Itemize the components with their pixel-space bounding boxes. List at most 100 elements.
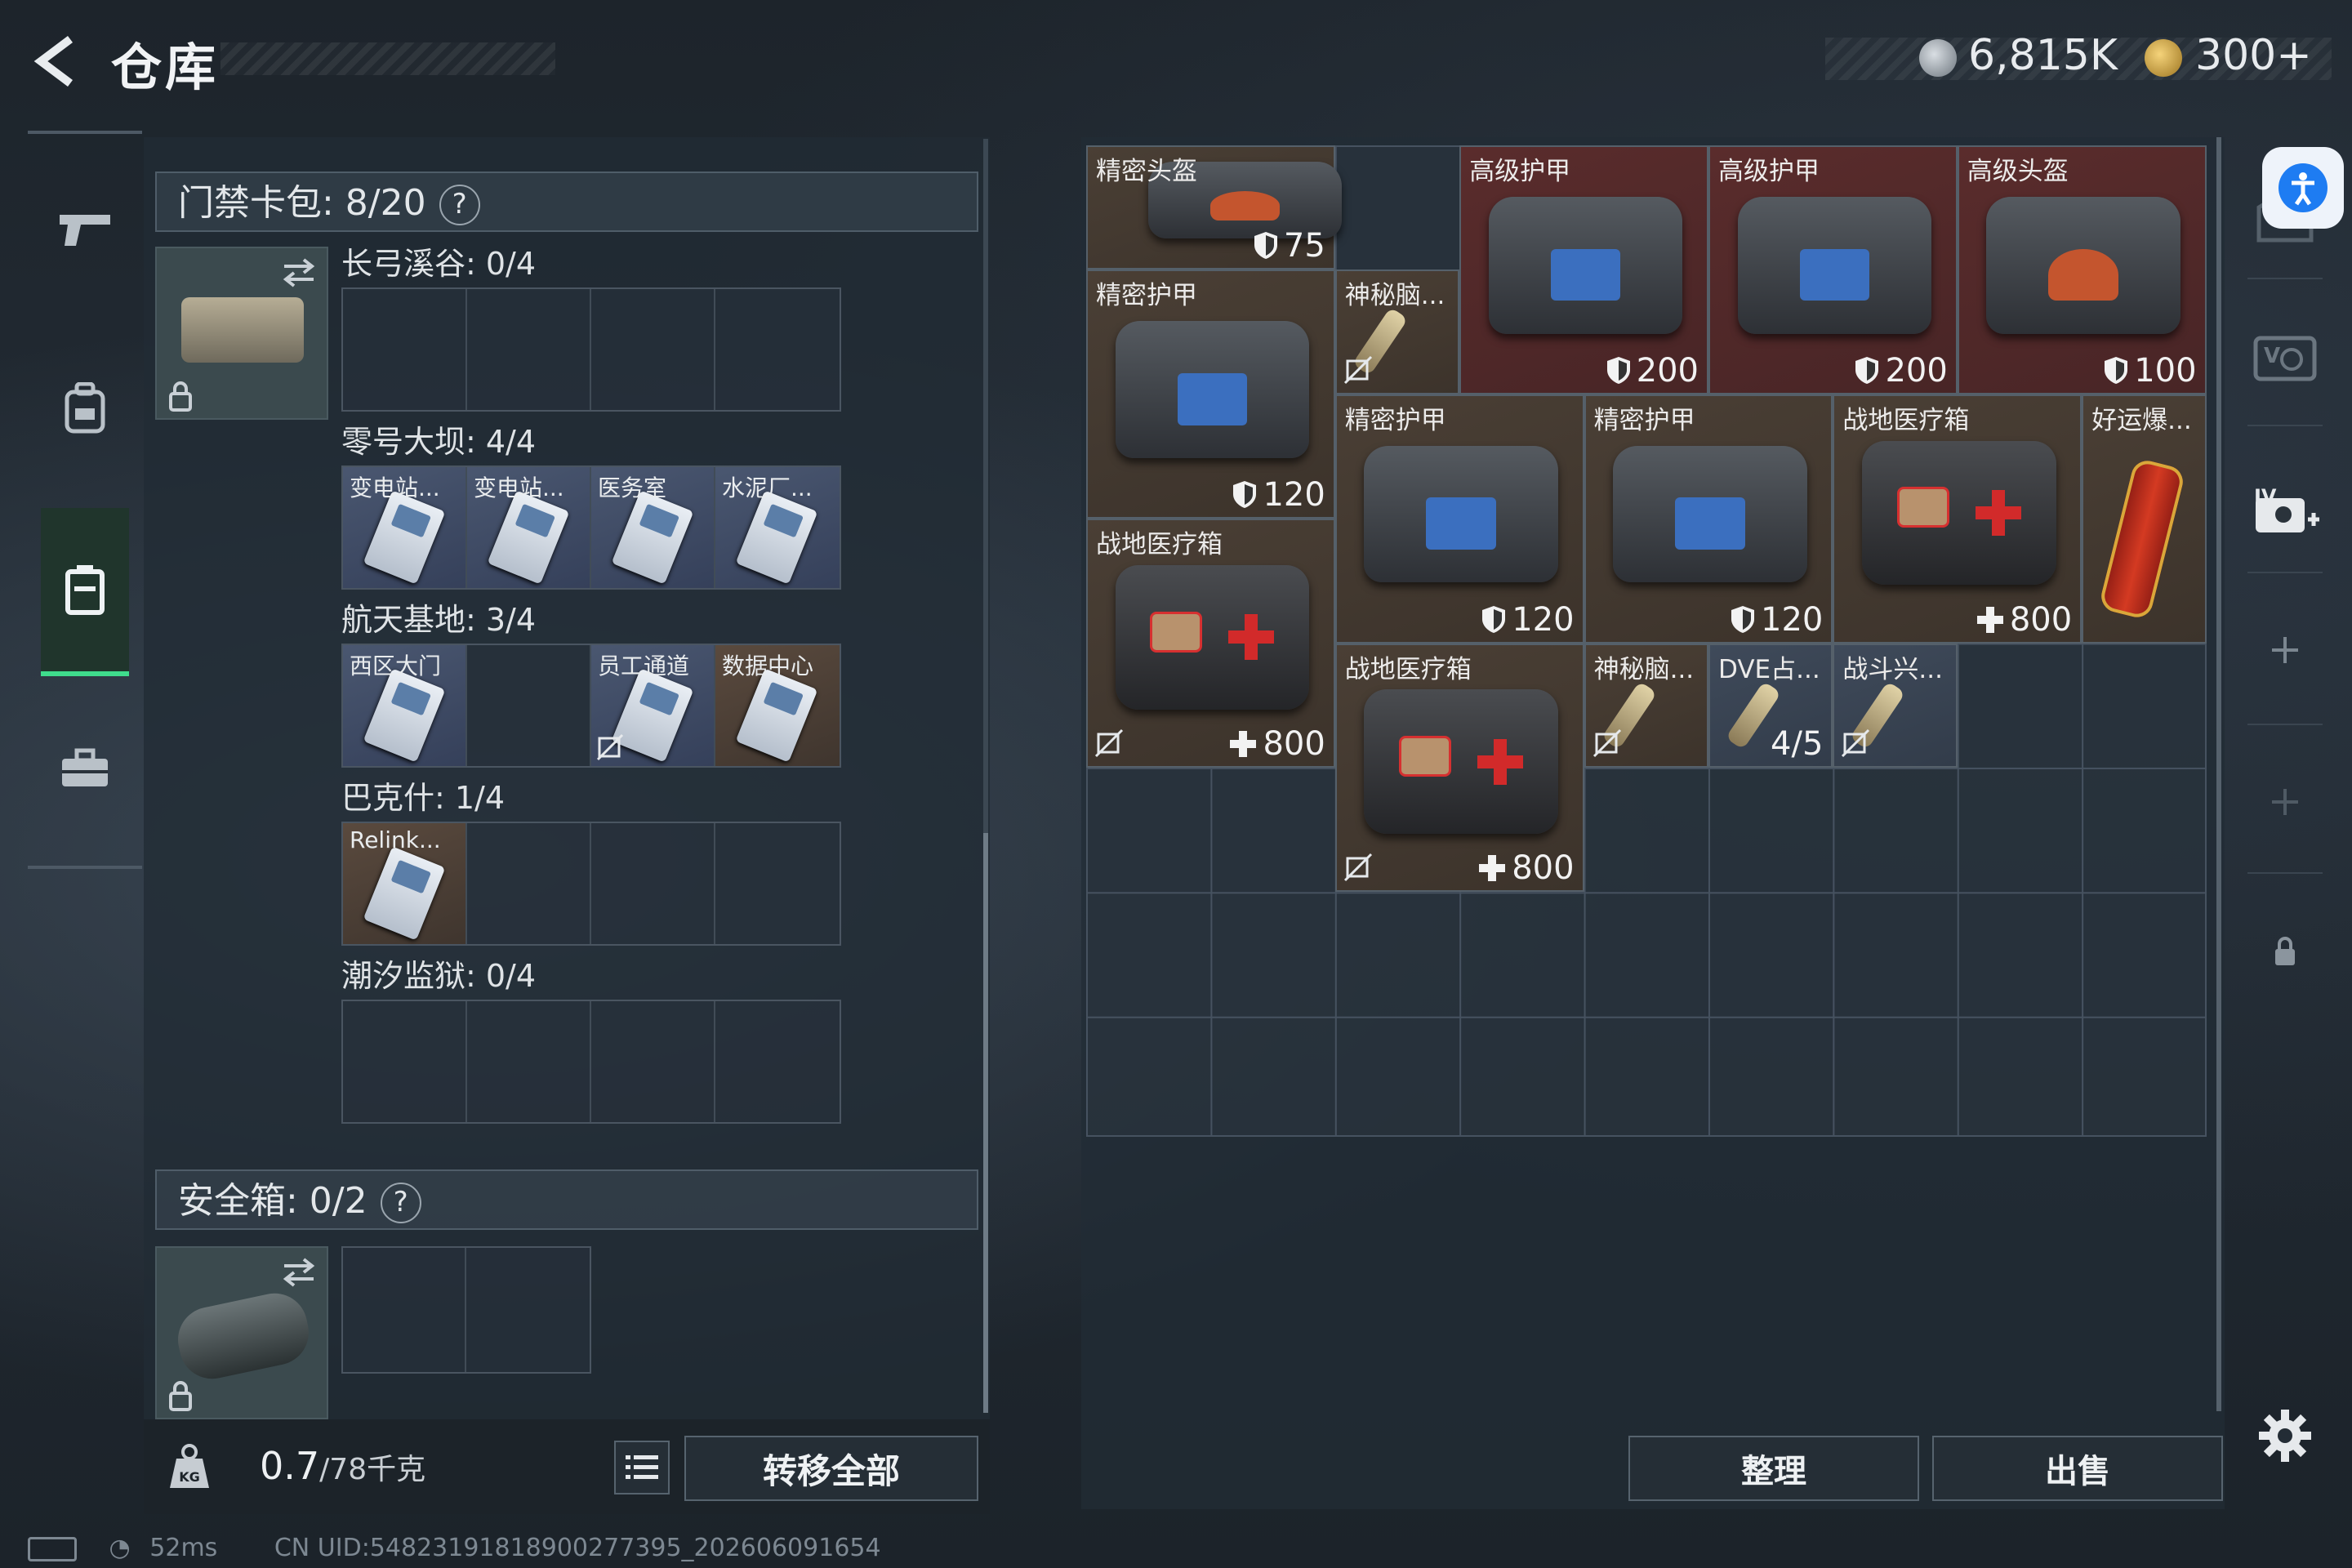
- stash-item[interactable]: 精密护甲 120: [1584, 394, 1833, 644]
- stash-item[interactable]: 高级护甲 200: [1459, 145, 1708, 394]
- stash-item[interactable]: 战地医疗箱 800: [1086, 519, 1335, 768]
- svg-text:V: V: [2264, 344, 2280, 368]
- lock-icon: [169, 1381, 192, 1411]
- nav-case-tab[interactable]: [41, 508, 129, 676]
- stash-scrollbar[interactable]: [2216, 137, 2221, 1411]
- keycard-slot[interactable]: [591, 1001, 715, 1122]
- nav-backpack-tab[interactable]: [41, 343, 129, 474]
- battery-icon: [28, 1536, 77, 1561]
- safebox-title: 安全箱: 0/2: [178, 1180, 368, 1222]
- accessibility-button[interactable]: [2262, 147, 2344, 229]
- case-iv-add-icon: IV: [2254, 485, 2319, 532]
- item-value: 120: [1481, 601, 1575, 639]
- help-icon[interactable]: ?: [380, 1183, 421, 1223]
- keycard-item[interactable]: 数据中心: [715, 645, 840, 766]
- keycard-slot[interactable]: [715, 823, 840, 944]
- item-value: 200: [1854, 352, 1948, 390]
- nav-weapon-tab[interactable]: [41, 163, 129, 294]
- stash-item[interactable]: 神秘脑...: [1334, 270, 1460, 394]
- stash-item[interactable]: 高级护甲 200: [1708, 145, 1958, 394]
- keycard-slot[interactable]: [467, 823, 591, 944]
- keycard-slot[interactable]: [715, 1001, 840, 1122]
- gold-coin-icon: [2145, 39, 2182, 77]
- shield-icon: [1482, 605, 1506, 633]
- nav-toolbox-tab[interactable]: [41, 702, 129, 833]
- case-icon: [65, 565, 105, 615]
- shield-icon: [1731, 605, 1755, 633]
- sort-button[interactable]: 整理: [1628, 1436, 1919, 1501]
- add-container-button[interactable]: [2236, 787, 2334, 817]
- settings-button[interactable]: [2236, 1410, 2334, 1462]
- keycard-case-slot[interactable]: [155, 247, 328, 420]
- stash-item[interactable]: 精密护甲 120: [1334, 394, 1584, 644]
- stash-item[interactable]: 好运爆...: [2082, 394, 2207, 644]
- safebox-slots: [341, 1246, 591, 1374]
- keycard-header: 门禁卡包: 8/20?: [155, 172, 978, 232]
- keycard-slot[interactable]: [467, 645, 591, 766]
- plus-icon: [2272, 637, 2298, 663]
- armor-bag-image: [1488, 196, 1683, 334]
- keycard-item[interactable]: 西区大门: [343, 645, 467, 766]
- stash-item[interactable]: 精密护甲 120: [1086, 270, 1335, 519]
- add-container-button[interactable]: [2236, 635, 2334, 665]
- keycard-slot[interactable]: [343, 1001, 467, 1122]
- keycard-slot[interactable]: [467, 289, 591, 410]
- keycard-image: [487, 490, 570, 585]
- no-use-icon: [1094, 728, 1124, 758]
- add-container-iv-button[interactable]: IV: [2236, 480, 2334, 539]
- keycard-item[interactable]: 员工通道: [591, 645, 715, 766]
- swap-icon[interactable]: [281, 1256, 317, 1289]
- safebox-slot-empty[interactable]: [466, 1248, 590, 1372]
- svg-text:KG: KG: [179, 1469, 200, 1485]
- shield-icon: [1606, 356, 1630, 384]
- keycard-name: 医务室: [598, 474, 667, 501]
- keycard-slot[interactable]: [343, 289, 467, 410]
- locked-slot: [2236, 936, 2334, 967]
- keycard-image: [363, 490, 446, 585]
- keycard-item[interactable]: Relink...: [343, 823, 467, 944]
- keycard-slot[interactable]: [715, 289, 840, 410]
- keycard-image: [363, 846, 446, 941]
- pistol-icon: [60, 215, 110, 246]
- keycard-slot[interactable]: [467, 1001, 591, 1122]
- container-slot[interactable]: V: [2236, 332, 2334, 384]
- left-scrollbar-thumb[interactable]: [983, 833, 988, 1413]
- no-use-badge: [1343, 853, 1373, 885]
- keycard-item[interactable]: 水泥厂...: [715, 467, 840, 588]
- no-use-badge: [1343, 355, 1373, 388]
- swap-icon[interactable]: [281, 256, 317, 289]
- sell-button[interactable]: 出售: [1932, 1436, 2223, 1501]
- keycard-image: [735, 490, 818, 585]
- list-view-button[interactable]: [614, 1441, 670, 1494]
- lock-icon: [169, 381, 192, 412]
- keycard-slot[interactable]: [591, 823, 715, 944]
- stash-item[interactable]: DVE占... 4/5: [1708, 643, 1833, 768]
- no-use-icon: [596, 733, 624, 761]
- back-arrow-icon[interactable]: [28, 33, 85, 90]
- keycard-name: 变电站...: [350, 474, 440, 501]
- sidebar-divider: [2247, 724, 2323, 725]
- weight-readout: 0.7/78千克: [260, 1444, 425, 1488]
- armor-bag-image: [1115, 321, 1310, 458]
- no-use-icon: [1592, 728, 1621, 758]
- item-value: 120: [1730, 601, 1823, 639]
- keycard-item[interactable]: 变电站...: [467, 467, 591, 588]
- transfer-all-button[interactable]: 转移全部: [684, 1436, 978, 1501]
- keycard-slot[interactable]: [591, 289, 715, 410]
- keycard-panel: 门禁卡包: 8/20? 长弓溪谷: 0/4 零号大坝: 4/4 变电站... 变…: [144, 137, 990, 1419]
- safebox-slot[interactable]: [155, 1246, 328, 1419]
- item-name: 高级护甲: [1718, 157, 1820, 186]
- stash-item[interactable]: 高级头盔 100: [1957, 145, 2207, 394]
- stash-item[interactable]: 神秘脑...: [1584, 643, 1708, 768]
- nav-divider: [28, 866, 142, 869]
- help-icon[interactable]: ?: [439, 185, 480, 225]
- armor-bag-image: [1613, 445, 1807, 583]
- secondary-currency-value[interactable]: 300+: [2195, 31, 2312, 80]
- stash-item[interactable]: 精密头盔 75: [1086, 145, 1343, 270]
- safebox-slot-empty[interactable]: [343, 1248, 466, 1372]
- stash-item[interactable]: 战地医疗箱 800: [1833, 394, 2082, 644]
- stash-item[interactable]: 战地医疗箱 800: [1334, 643, 1584, 893]
- keycard-item[interactable]: 变电站...: [343, 467, 467, 588]
- stash-item[interactable]: 战斗兴...: [1833, 643, 1958, 768]
- keycard-item[interactable]: 医务室: [591, 467, 715, 588]
